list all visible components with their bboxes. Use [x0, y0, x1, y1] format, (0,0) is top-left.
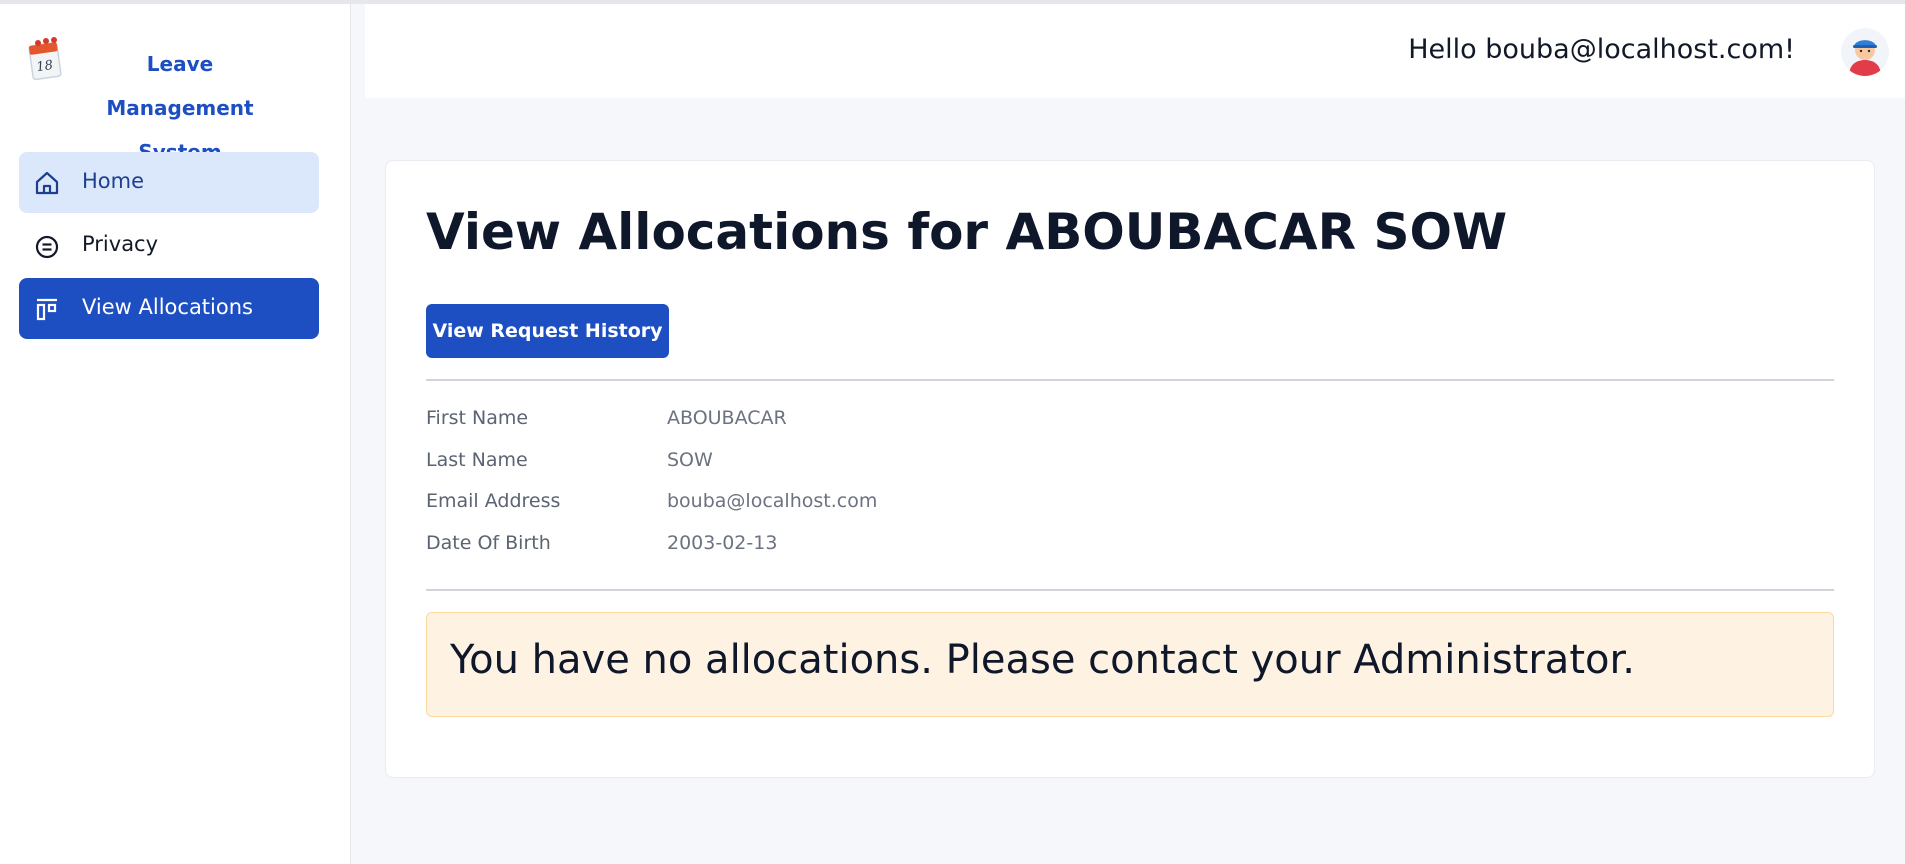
brand[interactable]: 18 Leave Management System: [28, 34, 328, 164]
sidebar-item-label: Privacy: [82, 232, 159, 256]
detail-label: Date Of Birth: [426, 531, 551, 554]
top-header: Hello bouba@localhost.com!: [365, 4, 1905, 98]
view-request-history-button[interactable]: View Request History: [426, 304, 669, 358]
calendar-icon: 18: [28, 37, 62, 81]
sidebar-item-privacy[interactable]: Privacy: [19, 215, 319, 276]
page-title: View Allocations for ABOUBACAR SOW: [426, 203, 1508, 261]
detail-label: First Name: [426, 407, 529, 429]
employee-details: First Name ABOUBACAR Last Name SOW Email…: [426, 401, 1326, 567]
sidebar-item-view-allocations[interactable]: View Allocations: [19, 278, 319, 339]
detail-row-first-name: First Name ABOUBACAR: [426, 401, 1326, 443]
allocations-card: View Allocations for ABOUBACAR SOW View …: [385, 160, 1875, 778]
divider: [426, 589, 1834, 591]
user-avatar-icon: [1849, 40, 1881, 76]
calendar-day: 18: [36, 58, 54, 75]
user-avatar[interactable]: [1841, 28, 1889, 76]
privacy-icon: [35, 235, 59, 259]
no-allocations-alert: You have no allocations. Please contact …: [426, 612, 1834, 717]
detail-row-date-of-birth: Date Of Birth 2003-02-13: [426, 526, 1326, 568]
detail-label: Last Name: [426, 448, 528, 471]
app-root: 18 Leave Management System Home: [0, 0, 1905, 864]
detail-label: Email Address: [426, 490, 561, 512]
sidebar-item-label: View Allocations: [82, 295, 253, 319]
detail-value: ABOUBACAR: [667, 407, 787, 429]
detail-value: 2003-02-13: [667, 531, 778, 554]
greeting-text: Hello bouba@localhost.com!: [1408, 34, 1795, 65]
sidebar-item-label: Home: [82, 169, 145, 193]
detail-value: bouba@localhost.com: [667, 490, 878, 512]
sidebar-item-home[interactable]: Home: [19, 152, 319, 213]
detail-row-email: Email Address bouba@localhost.com: [426, 484, 1326, 526]
alert-message: You have no allocations. Please contact …: [450, 637, 1635, 683]
home-icon: [35, 171, 59, 195]
sidebar-nav: Home Privacy View Allocations: [19, 152, 319, 341]
sidebar: 18 Leave Management System Home: [0, 4, 351, 864]
allocations-icon: [36, 298, 57, 321]
brand-name-line1: Leave Management: [106, 52, 254, 120]
detail-row-last-name: Last Name SOW: [426, 443, 1326, 485]
divider: [426, 379, 1834, 381]
detail-value: SOW: [667, 448, 713, 471]
